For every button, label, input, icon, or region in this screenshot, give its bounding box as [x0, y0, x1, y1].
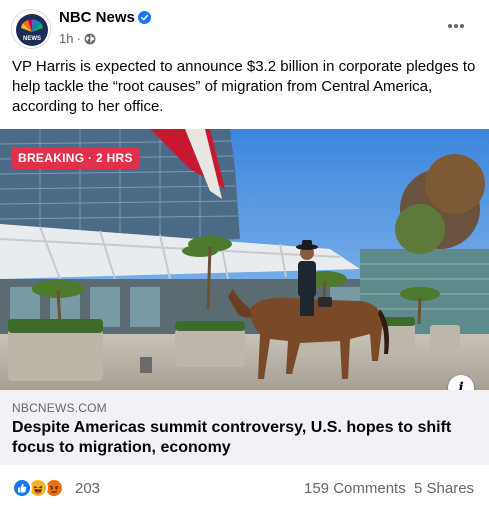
meta-separator: ·: [76, 31, 81, 46]
breaking-news-badge: BREAKING · 2 HRS: [11, 147, 140, 169]
more-options-button[interactable]: [440, 10, 472, 42]
more-dots-icon: [448, 24, 464, 28]
link-domain: NBCNEWS.COM: [12, 401, 107, 415]
engagement-bar: 203 159 Comments 5 Shares: [0, 466, 489, 506]
reaction-icons[interactable]: [12, 478, 64, 498]
comments-count-link[interactable]: 159 Comments: [304, 480, 406, 497]
post-timestamp[interactable]: 1h: [59, 31, 73, 46]
shares-count-link[interactable]: 5 Shares: [414, 480, 474, 497]
globe-icon[interactable]: [84, 33, 96, 45]
verified-badge-icon: [138, 11, 151, 24]
like-icon: [12, 478, 32, 498]
avatar-label: NEWS: [23, 36, 41, 42]
post-caption: VP Harris is expected to announce $3.2 b…: [12, 58, 476, 115]
link-preview-box[interactable]: NBCNEWS.COM Despite Americas summit cont…: [0, 390, 489, 465]
link-headline[interactable]: Despite Americas summit controversy, U.S…: [12, 418, 472, 458]
nbc-peacock-icon: NEWS: [13, 11, 50, 48]
post-meta: 1h ·: [59, 31, 96, 46]
reaction-count[interactable]: 203: [75, 480, 100, 497]
post-header: NEWS NBC News 1h ·: [0, 0, 489, 56]
page-avatar[interactable]: NEWS: [11, 9, 51, 49]
page-name-link[interactable]: NBC News: [59, 9, 135, 26]
post-card: NEWS NBC News 1h · VP Harris is expected…: [0, 0, 489, 506]
